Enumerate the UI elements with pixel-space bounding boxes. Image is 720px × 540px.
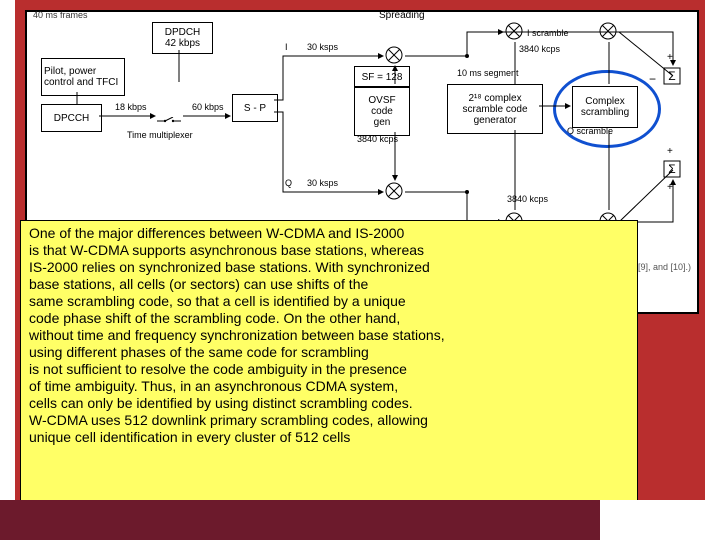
pilot-box: Pilot, power control and TFCI	[41, 58, 125, 96]
i-rate: 30 ksps	[307, 42, 338, 53]
timemux-label: Time multiplexer	[127, 130, 193, 141]
summer-top-icon: Σ	[663, 67, 681, 85]
switch-icon	[157, 112, 181, 120]
dpdch-box: DPDCH 42 kbps	[152, 22, 213, 54]
sf-label: SF = 128	[362, 72, 403, 83]
scramble-gen-label: 2¹⁸ complex scramble code generator	[462, 93, 527, 126]
dpcch-in-rate: 18 kbps	[115, 102, 147, 113]
q-rate: 30 ksps	[307, 178, 338, 189]
svg-text:Σ: Σ	[668, 69, 675, 83]
ovsf-box: OVSF code gen	[354, 86, 410, 136]
plus1: +	[667, 52, 673, 63]
dpdch-label: DPDCH	[165, 27, 201, 38]
plus2: +	[667, 146, 673, 157]
dpcch-label: DPCCH	[54, 113, 90, 124]
sp-box: S - P	[232, 94, 278, 122]
dpcch-box: DPCCH	[41, 104, 102, 132]
scr-mixer-i1-icon	[505, 22, 523, 40]
out-rate-bot: 3840 kcps	[507, 194, 548, 205]
summer-bot-icon: Σ	[663, 160, 681, 178]
svg-text:Σ: Σ	[668, 162, 675, 176]
mixer-q-icon	[385, 182, 403, 200]
out-rate-top: 3840 kcps	[519, 44, 560, 55]
i-scramble-label-top: I scramble	[527, 28, 569, 39]
highlight-ellipse	[553, 70, 661, 148]
sf-box: SF = 128	[354, 66, 410, 88]
frames-label: 40 ms frames	[33, 10, 88, 21]
i-label: I	[285, 42, 288, 53]
minus: −	[649, 74, 656, 85]
scramble-gen-box: 2¹⁸ complex scramble code generator	[447, 84, 543, 134]
segment-label: 10 ms segment	[457, 68, 519, 79]
note-box: One of the major differences between W-C…	[20, 220, 638, 540]
sp-label: S - P	[244, 103, 266, 114]
mixer-i-icon	[385, 46, 403, 64]
ovsf-label: OVSF code gen	[368, 95, 395, 128]
note-text: One of the major differences between W-C…	[29, 225, 445, 445]
ovsf-rate: 3840 kcps	[357, 134, 398, 145]
logo-placeholder	[600, 500, 720, 540]
scr-mixer-i2-icon	[599, 22, 617, 40]
spreading-label: Spreading	[379, 10, 425, 21]
dpcch-out-rate: 60 kbps	[192, 102, 224, 113]
q-label: Q	[285, 178, 292, 189]
dpdch-rate: 42 kbps	[165, 38, 201, 49]
pilot-label: Pilot, power control and TFCI	[44, 66, 118, 88]
plus3: +	[667, 182, 673, 193]
